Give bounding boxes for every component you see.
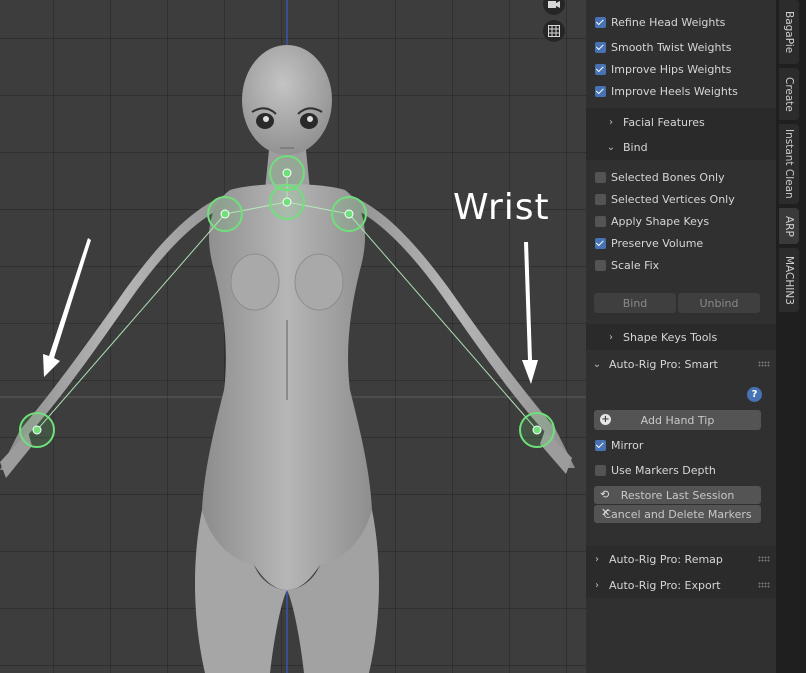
restore-last-session-label: Restore Last Session [620,488,735,502]
restore-last-session-button[interactable]: ⟲ Restore Last Session [594,486,761,504]
cancel-delete-markers-label: Cancel and Delete Markers [603,507,752,521]
bind-header[interactable]: ⌄ Bind [586,135,794,159]
refine-head-weights-checkbox[interactable] [595,16,606,28]
use-markers-depth-checkbox[interactable] [595,464,606,476]
history-icon: ⟲ [600,488,610,501]
preserve-volume-checkbox[interactable] [595,237,606,249]
drag-grip-icon[interactable] [758,361,770,367]
tab-create[interactable]: Create [779,68,799,120]
apply-shape-keys-checkbox[interactable] [595,215,606,227]
improve-heels-weights-checkbox[interactable] [595,85,606,97]
checkbox-label: Use Markers Depth [611,463,716,477]
checkbox-label: Refine Head Weights [611,15,726,29]
chevron-right-icon: › [595,579,599,591]
facial-features-header[interactable]: › Facial Features [586,110,794,134]
export-panel-header[interactable]: › Auto-Rig Pro: Export [586,573,780,597]
improve-heels-weights-row[interactable]: Improve Heels Weights [586,80,776,102]
shoulder-right-marker [331,196,367,232]
selected-vertices-only-checkbox[interactable] [595,193,606,205]
checkbox-label: Improve Heels Weights [611,84,738,98]
scene-render [0,0,586,673]
shape-keys-tools-header[interactable]: › Shape Keys Tools [586,325,794,349]
use-markers-depth-row[interactable]: Use Markers Depth [586,459,776,481]
checkbox-label: Mirror [611,438,644,452]
checkbox-label: Improve Hips Weights [611,62,732,76]
drag-grip-icon[interactable] [758,582,770,588]
checkbox-label: Selected Vertices Only [611,192,735,206]
add-icon: + [600,414,611,425]
tab-bagapie[interactable]: BagaPie [779,0,799,64]
add-hand-tip-button[interactable]: + Add Hand Tip [594,410,761,430]
smart-panel-header[interactable]: ⌄ Auto-Rig Pro: Smart [586,352,780,376]
bind-button[interactable]: Bind [594,293,676,313]
preserve-volume-row[interactable]: Preserve Volume [586,232,776,254]
bind-label: Bind [623,140,648,154]
chest-marker [269,184,305,220]
tab-machin3[interactable]: MACHIN3 [779,248,799,312]
checkbox-label: Apply Shape Keys [611,214,710,228]
tab-label: BagaPie [783,10,795,54]
refine-head-weights-row[interactable]: Refine Head Weights [586,11,776,33]
tab-label: Create [783,76,795,112]
wrist-right-marker [519,412,555,448]
tab-arp[interactable]: ARP [779,208,799,244]
mirror-checkbox[interactable] [595,439,606,451]
tab-label: MACHIN3 [783,255,795,305]
wrist-annotation: Wrist [453,187,550,228]
close-icon: ✕ [601,506,611,519]
chevron-right-icon: › [609,116,613,128]
right-arrow [522,242,538,384]
remap-panel-label: Auto-Rig Pro: Remap [609,552,723,566]
chevron-right-icon: › [595,553,599,565]
drag-grip-icon[interactable] [758,556,770,562]
help-icon[interactable]: ? [747,387,762,402]
shape-keys-tools-label: Shape Keys Tools [623,330,718,344]
sidebar-tabs: BagaPie Create Instant Clean ARP MACHIN3 [776,0,806,673]
3d-viewport[interactable]: Wrist [0,0,586,673]
cancel-delete-markers-button[interactable]: ✕ Cancel and Delete Markers [594,505,761,523]
checkbox-label: Preserve Volume [611,236,704,250]
grid-view-icon[interactable] [543,20,565,42]
selected-bones-only-row[interactable]: Selected Bones Only [586,166,776,188]
improve-hips-weights-row[interactable]: Improve Hips Weights [586,58,776,80]
unbind-button[interactable]: Unbind [678,293,760,313]
tab-instant-clean[interactable]: Instant Clean [779,124,799,204]
selected-vertices-only-row[interactable]: Selected Vertices Only [586,188,776,210]
checkbox-label: Smooth Twist Weights [611,40,732,54]
smooth-twist-weights-checkbox[interactable] [595,41,606,53]
smooth-twist-weights-row[interactable]: Smooth Twist Weights [586,36,776,58]
apply-shape-keys-row[interactable]: Apply Shape Keys [586,210,776,232]
checkbox-label: Scale Fix [611,258,660,272]
facial-features-label: Facial Features [623,115,705,129]
chevron-right-icon: › [609,331,613,343]
selected-bones-only-checkbox[interactable] [595,171,606,183]
wrist-left-marker [19,412,55,448]
export-panel-label: Auto-Rig Pro: Export [609,578,721,592]
shoulder-left-marker [207,196,243,232]
tab-label: ARP [783,215,795,237]
add-hand-tip-label: Add Hand Tip [640,413,715,427]
chevron-down-icon: ⌄ [592,358,602,370]
chevron-down-icon: ⌄ [606,141,616,153]
scale-fix-row[interactable]: Scale Fix [586,254,776,276]
character-mesh [0,45,575,673]
scale-fix-checkbox[interactable] [595,259,606,271]
improve-hips-weights-checkbox[interactable] [595,63,606,75]
properties-panel: Refine Head Weights Smooth Twist Weights… [586,0,776,673]
remap-panel-header[interactable]: › Auto-Rig Pro: Remap [586,547,780,571]
smart-panel-label: Auto-Rig Pro: Smart [609,357,718,371]
mirror-row[interactable]: Mirror [586,434,776,456]
checkbox-label: Selected Bones Only [611,170,725,184]
tab-label: Instant Clean [783,129,795,199]
